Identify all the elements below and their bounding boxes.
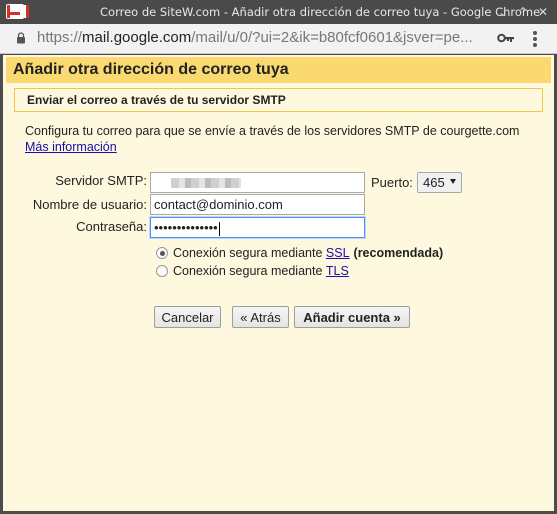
dialog-subheader: Enviar el correo a través de tu servidor… [14, 88, 543, 112]
ssl-radio[interactable] [156, 247, 168, 259]
password-input[interactable]: •••••••••••••• [150, 217, 365, 238]
username-value: contact@dominio.com [154, 197, 283, 212]
dialog-content: Añadir otra dirección de correo tuya Env… [0, 55, 557, 514]
url-scheme: https:// [37, 29, 83, 46]
more-info-link[interactable]: Más información [25, 140, 117, 154]
dialog-header: Añadir otra dirección de correo tuya [6, 57, 551, 83]
smtp-server-input[interactable] [150, 172, 365, 193]
text-cursor [218, 221, 220, 236]
more-options-icon[interactable] [533, 31, 539, 47]
url-host: mail.google.com [82, 29, 192, 46]
close-window-button[interactable]: ✕ [534, 3, 552, 21]
address-bar[interactable]: https://mail.google.com/mail/u/0/?ui=2&i… [0, 24, 557, 54]
tls-radio[interactable] [156, 265, 168, 277]
dialog-subheading: Enviar el correo a través de tu servidor… [27, 93, 286, 107]
username-input[interactable]: contact@dominio.com [150, 194, 365, 215]
redacted-smtp-value [171, 178, 241, 188]
smtp-server-label: Servidor SMTP: [55, 173, 147, 188]
username-label: Nombre de usuario: [32, 197, 147, 212]
minimize-button[interactable]: ⌄ [494, 3, 512, 21]
tls-link[interactable]: TLS [326, 264, 349, 278]
window-title-bar: Correo de SiteW.com - Añadir otra direcc… [0, 0, 557, 24]
url-text[interactable]: https://mail.google.com/mail/u/0/?ui=2&i… [37, 29, 484, 46]
add-account-button[interactable]: Añadir cuenta » [294, 306, 410, 328]
dialog-heading: Añadir otra dirección de correo tuya [13, 61, 289, 78]
dropdown-arrow-icon [450, 179, 456, 184]
url-path: /mail/u/0/?ui=2&ik=b80fcf0601&jsver=pe..… [191, 29, 473, 46]
port-select[interactable]: 465 [417, 172, 462, 193]
ssl-recommended-note: (recomendada) [353, 246, 444, 260]
port-label: Puerto: [371, 175, 413, 190]
password-value: •••••••••••••• [154, 220, 218, 235]
password-label: Contraseña: [76, 219, 147, 234]
tls-option-prefix: Conexión segura mediante [173, 264, 323, 278]
ssl-option[interactable]: Conexión segura mediante SSL (recomendad… [156, 246, 443, 260]
tls-option[interactable]: Conexión segura mediante TLS [156, 264, 349, 278]
description-text: Configura tu correo para que se envíe a … [25, 124, 520, 138]
maximize-button[interactable]: ⌃ [514, 3, 532, 21]
port-value: 465 [423, 175, 445, 190]
back-button[interactable]: « Atrás [232, 306, 289, 328]
key-icon[interactable] [497, 32, 515, 44]
ssl-link[interactable]: SSL [326, 246, 350, 260]
lock-icon [17, 32, 25, 44]
cancel-button[interactable]: Cancelar [154, 306, 221, 328]
ssl-option-prefix: Conexión segura mediante [173, 246, 323, 260]
gmail-logo-icon [6, 4, 29, 19]
window-title: Correo de SiteW.com - Añadir otra direcc… [100, 5, 541, 19]
